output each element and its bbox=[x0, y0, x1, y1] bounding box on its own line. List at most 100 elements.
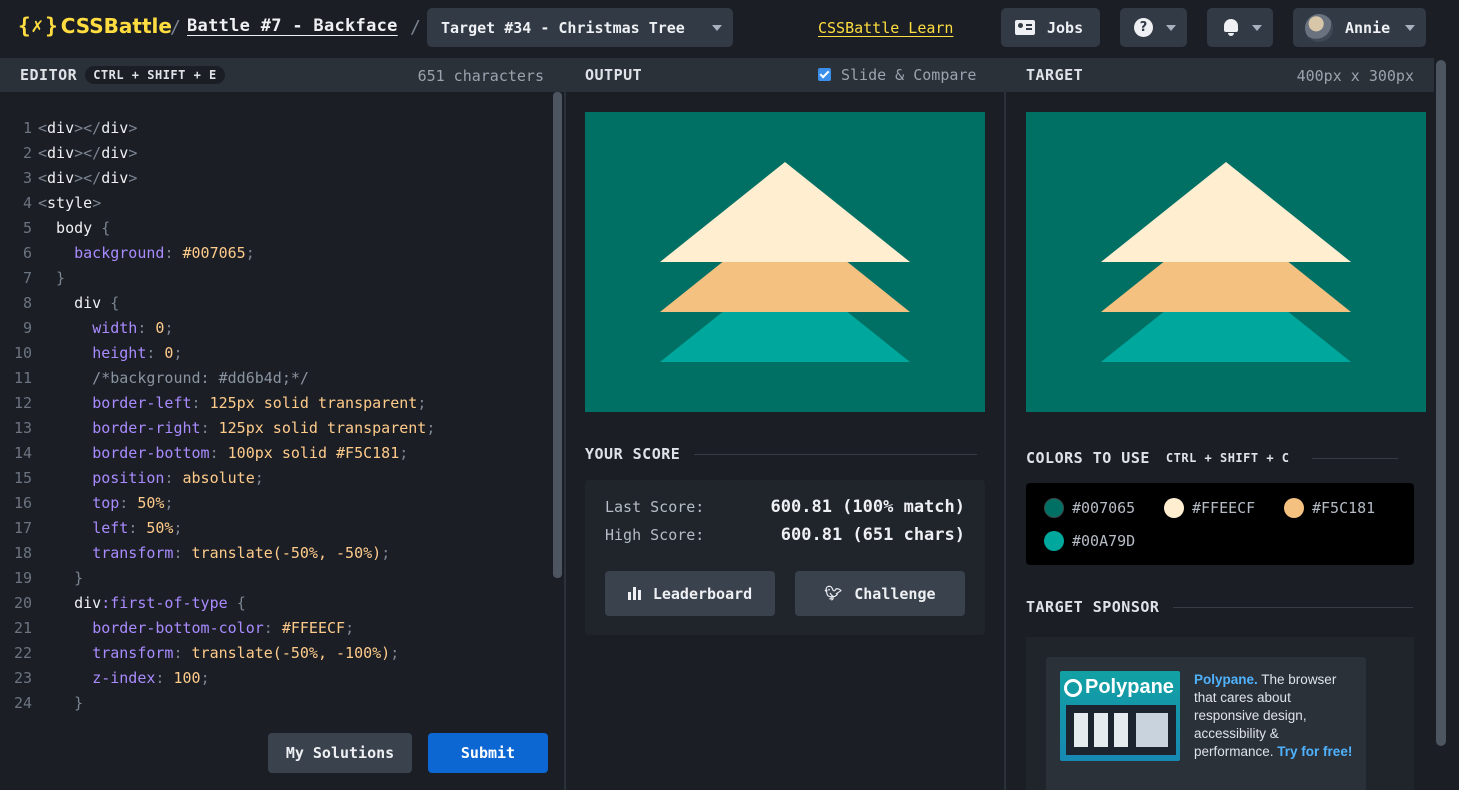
code-text[interactable]: div:first-of-type { bbox=[38, 591, 246, 616]
code-text[interactable]: body { bbox=[38, 216, 110, 241]
sponsor-image[interactable]: Polypane bbox=[1060, 671, 1180, 761]
page-scrollbar[interactable] bbox=[1436, 60, 1446, 746]
line-number: 10 bbox=[13, 344, 32, 362]
line-number: 6 bbox=[22, 244, 32, 262]
code-line[interactable]: 11 /*background: #dd6b4d;*/ bbox=[0, 366, 435, 391]
line-number: 5 bbox=[22, 219, 32, 237]
battle-link[interactable]: Battle #7 - Backface bbox=[187, 16, 398, 36]
code-line[interactable]: 24 } bbox=[0, 691, 435, 716]
code-line[interactable]: 5 body { bbox=[0, 216, 435, 241]
code-text[interactable]: border-bottom: 100px solid #F5C181; bbox=[38, 441, 408, 466]
jobs-button[interactable]: Jobs bbox=[1001, 8, 1100, 47]
editor-scrollbar[interactable] bbox=[553, 92, 562, 578]
code-text[interactable]: <div></div> bbox=[38, 141, 137, 166]
line-number: 8 bbox=[22, 294, 32, 312]
code-line[interactable]: 16 top: 50%; bbox=[0, 491, 435, 516]
panel-divider[interactable] bbox=[1004, 58, 1006, 790]
polypane-logo-text: Polypane bbox=[1085, 676, 1174, 698]
code-text[interactable]: border-bottom-color: #FFEECF; bbox=[38, 616, 354, 641]
sponsor-ad[interactable]: Polypane Polypane. The browser that care… bbox=[1046, 657, 1366, 790]
code-text[interactable]: transform: translate(-50%, -100%); bbox=[38, 641, 399, 666]
code-text[interactable]: } bbox=[38, 566, 83, 591]
color-swatch[interactable]: #00A79D bbox=[1044, 531, 1135, 551]
code-lines[interactable]: 1 <div></div> 2 <div></div> 3 <div></div> 4 <st… bbox=[0, 116, 435, 716]
output-title: OUTPUT bbox=[585, 66, 643, 84]
slide-compare-checkbox[interactable] bbox=[818, 68, 831, 81]
code-line[interactable]: 4 <style> bbox=[0, 191, 435, 216]
help-button[interactable]: ? bbox=[1120, 8, 1187, 47]
code-line[interactable]: 14 border-bottom: 100px solid #F5C181; bbox=[0, 441, 435, 466]
code-line[interactable]: 3 <div></div> bbox=[0, 166, 435, 191]
code-line[interactable]: 19 } bbox=[0, 566, 435, 591]
score-title: YOUR SCORE bbox=[585, 445, 681, 463]
code-line[interactable]: 22 transform: translate(-50%, -100%); bbox=[0, 641, 435, 666]
slide-compare-label[interactable]: Slide & Compare bbox=[841, 66, 976, 84]
code-text[interactable]: } bbox=[38, 266, 65, 291]
output-preview[interactable] bbox=[585, 112, 985, 412]
code-line[interactable]: 8 div { bbox=[0, 291, 435, 316]
challenge-button[interactable]: 🐦︎ Challenge bbox=[795, 571, 965, 616]
sponsor-section-title: TARGET SPONSOR bbox=[1026, 598, 1414, 616]
code-text[interactable]: div { bbox=[38, 291, 119, 316]
code-text[interactable]: left: 50%; bbox=[38, 516, 182, 541]
id-card-icon bbox=[1015, 20, 1035, 35]
top-bar: { ✗ } CSSBattle / Battle #7 - Backface /… bbox=[0, 0, 1459, 58]
code-text[interactable]: border-left: 125px solid transparent; bbox=[38, 391, 426, 416]
code-text[interactable]: <div></div> bbox=[38, 116, 137, 141]
code-text[interactable]: <div></div> bbox=[38, 166, 137, 191]
code-line[interactable]: 13 border-right: 125px solid transparent… bbox=[0, 416, 435, 441]
code-line[interactable]: 6 background: #007065; bbox=[0, 241, 435, 266]
code-text[interactable]: position: absolute; bbox=[38, 466, 264, 491]
leaderboard-button[interactable]: Leaderboard bbox=[605, 571, 775, 616]
user-menu-button[interactable]: Annie bbox=[1293, 8, 1426, 47]
color-dot bbox=[1044, 498, 1064, 518]
code-line[interactable]: 2 <div></div> bbox=[0, 141, 435, 166]
panel-divider[interactable] bbox=[564, 58, 566, 790]
code-line[interactable]: 17 left: 50%; bbox=[0, 516, 435, 541]
editor-title: EDITOR bbox=[20, 66, 78, 84]
color-swatch[interactable]: #F5C181 bbox=[1284, 498, 1375, 518]
code-text[interactable]: border-right: 125px solid transparent; bbox=[38, 416, 435, 441]
code-text[interactable]: z-index: 100; bbox=[38, 666, 209, 691]
sponsor-text: Polypane. The browser that cares about r… bbox=[1194, 671, 1354, 761]
code-text[interactable]: <style> bbox=[38, 191, 101, 216]
target-select[interactable]: Target #34 - Christmas Tree bbox=[427, 8, 733, 47]
code-line[interactable]: 7 } bbox=[0, 266, 435, 291]
code-editor[interactable]: 1 <div></div> 2 <div></div> 3 <div></div> 4 <st… bbox=[0, 92, 564, 790]
code-line[interactable]: 9 width: 0; bbox=[0, 316, 435, 341]
code-text[interactable]: top: 50%; bbox=[38, 491, 173, 516]
sponsor-brand-link[interactable]: Polypane. bbox=[1194, 672, 1258, 687]
question-icon: ? bbox=[1134, 18, 1153, 37]
code-line[interactable]: 10 height: 0; bbox=[0, 341, 435, 366]
color-swatch[interactable]: #FFEECF bbox=[1164, 498, 1255, 518]
code-text[interactable]: } bbox=[38, 691, 83, 716]
color-label: #007065 bbox=[1072, 499, 1136, 517]
code-text[interactable]: height: 0; bbox=[38, 341, 182, 366]
logo-brace-close: } bbox=[45, 14, 58, 38]
notifications-button[interactable] bbox=[1207, 8, 1273, 47]
code-line[interactable]: 18 transform: translate(-50%, -50%); bbox=[0, 541, 435, 566]
code-text[interactable]: background: #007065; bbox=[38, 241, 255, 266]
last-score-label: Last Score: bbox=[605, 498, 705, 516]
line-number: 12 bbox=[13, 394, 32, 412]
code-line[interactable]: 21 border-bottom-color: #FFEECF; bbox=[0, 616, 435, 641]
logo-brace-open: { bbox=[18, 14, 31, 38]
sponsor-cta-link[interactable]: Try for free! bbox=[1277, 744, 1352, 759]
my-solutions-button[interactable]: My Solutions bbox=[268, 733, 412, 773]
submit-button[interactable]: Submit bbox=[428, 733, 548, 773]
target-preview bbox=[1026, 112, 1426, 412]
code-text[interactable]: transform: translate(-50%, -50%); bbox=[38, 541, 390, 566]
code-line[interactable]: 15 position: absolute; bbox=[0, 466, 435, 491]
code-line[interactable]: 12 border-left: 125px solid transparent; bbox=[0, 391, 435, 416]
line-number: 22 bbox=[13, 644, 32, 662]
code-line[interactable]: 23 z-index: 100; bbox=[0, 666, 435, 691]
cssbattle-logo[interactable]: { ✗ } CSSBattle bbox=[18, 14, 172, 38]
breadcrumb-separator: / bbox=[410, 17, 421, 38]
line-number: 1 bbox=[22, 119, 32, 137]
code-line[interactable]: 1 <div></div> bbox=[0, 116, 435, 141]
color-swatch[interactable]: #007065 bbox=[1044, 498, 1135, 518]
code-line[interactable]: 20 div:first-of-type { bbox=[0, 591, 435, 616]
learn-link[interactable]: CSSBattle Learn bbox=[818, 19, 953, 37]
code-text[interactable]: /*background: #dd6b4d;*/ bbox=[38, 366, 309, 391]
code-text[interactable]: width: 0; bbox=[38, 316, 173, 341]
